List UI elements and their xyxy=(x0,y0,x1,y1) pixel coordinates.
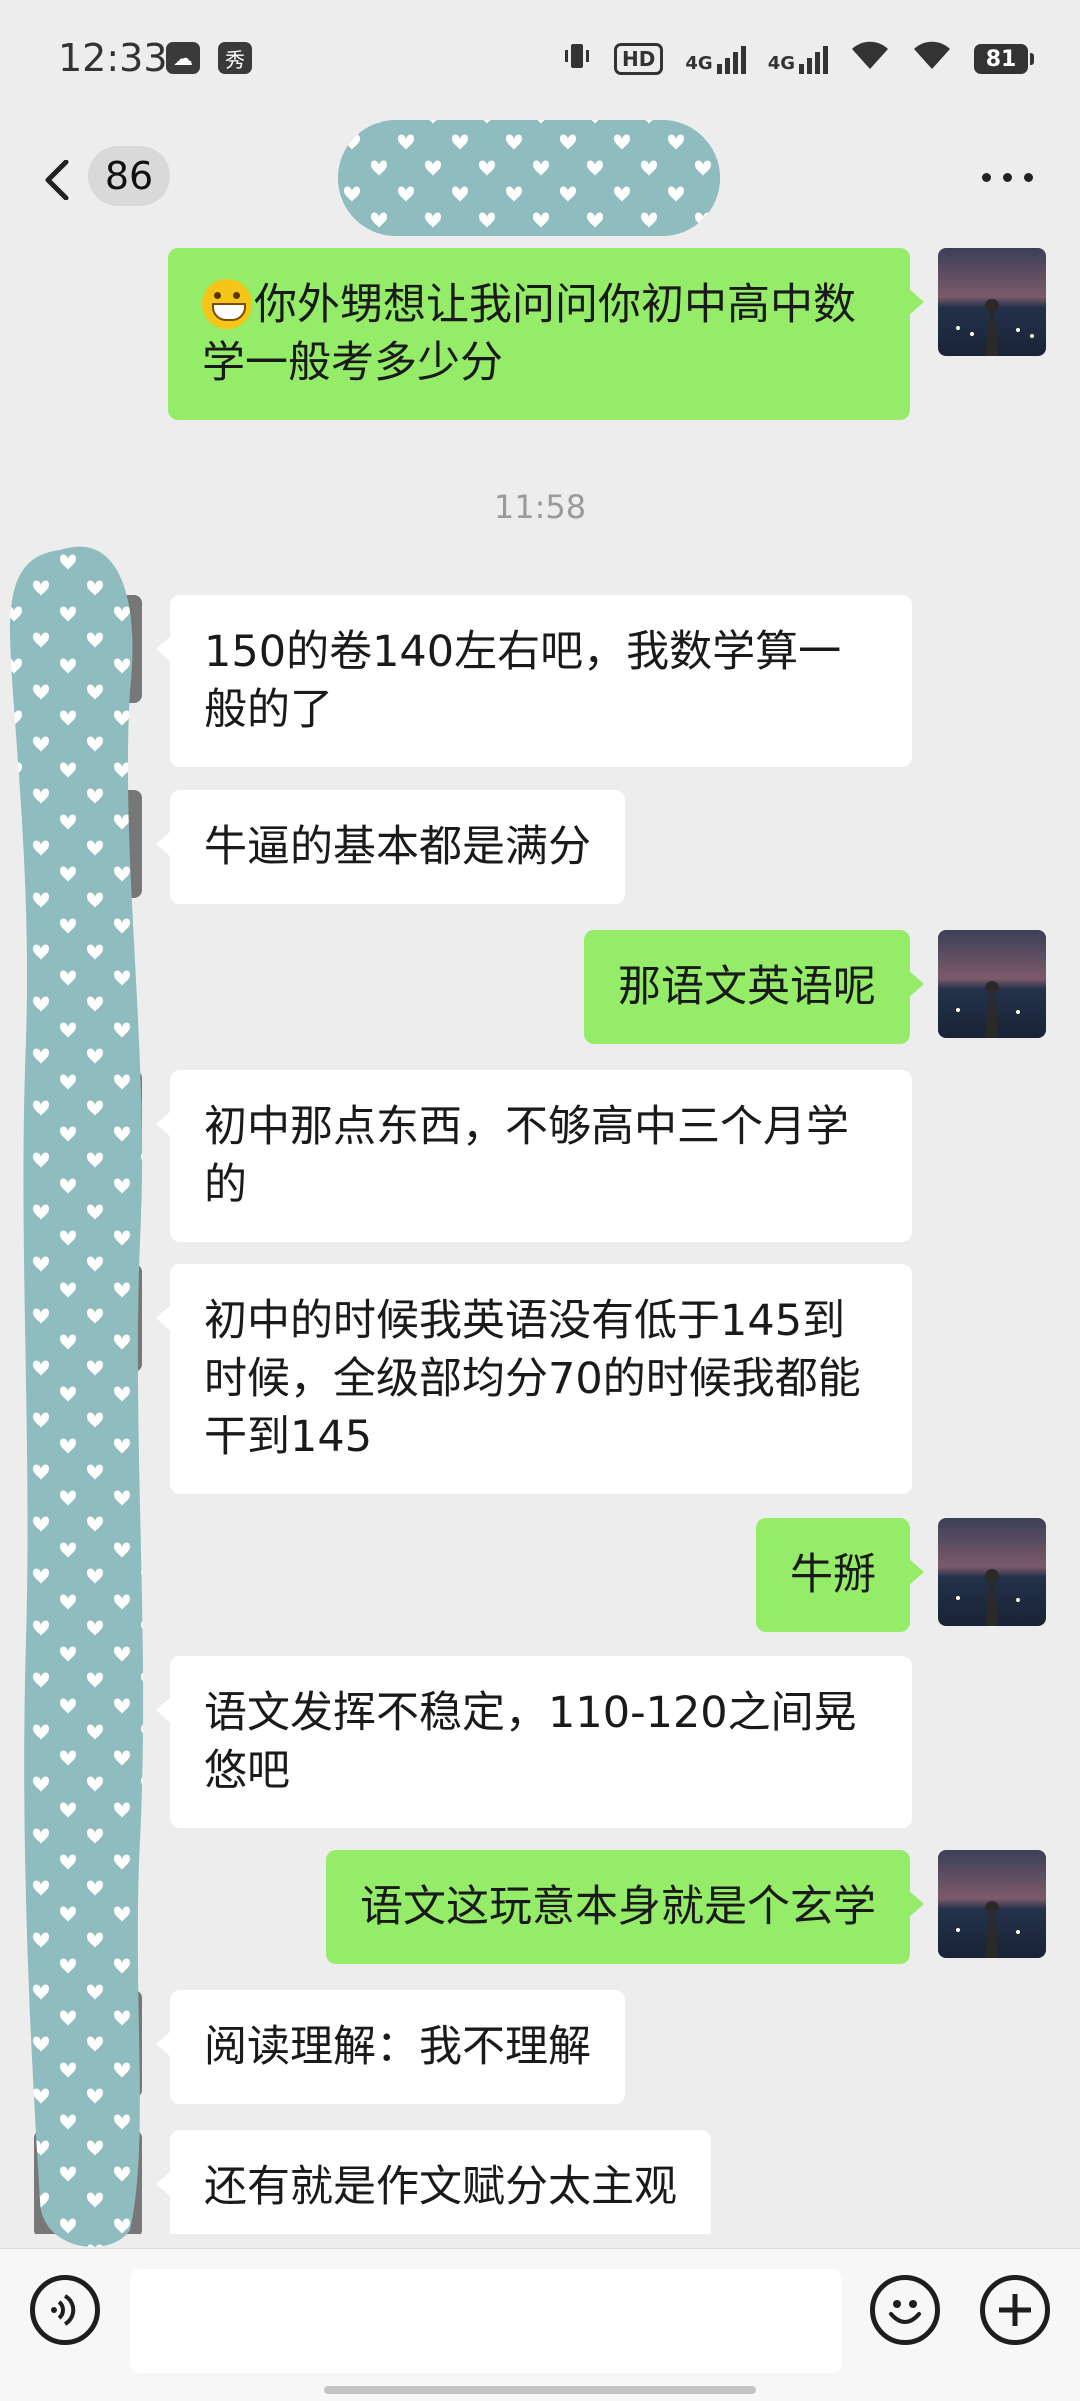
battery-icon: 81 xyxy=(974,44,1034,74)
emoji-button[interactable] xyxy=(870,2275,940,2345)
system-icons: HD 4G 4G 81 xyxy=(562,40,1034,78)
my-avatar[interactable] xyxy=(938,1850,1046,1958)
my-avatar[interactable] xyxy=(938,930,1046,1038)
message-input-bar xyxy=(0,2248,1080,2401)
chat-header: 86 xyxy=(0,120,1080,238)
message-bubble-sent[interactable]: 语文这玩意本身就是个玄学 xyxy=(326,1850,924,1964)
message-input[interactable] xyxy=(130,2269,842,2373)
voice-icon xyxy=(51,2294,76,2326)
dot-icon xyxy=(981,172,991,182)
plus-icon xyxy=(999,2294,1031,2326)
app-notification-icon: 秀 xyxy=(218,42,252,74)
unread-count-badge: 86 xyxy=(88,146,170,206)
message-timestamp: 11:58 xyxy=(493,488,587,526)
vibrate-icon xyxy=(562,40,592,78)
back-button[interactable]: 86 xyxy=(40,146,170,212)
message-bubble-sent[interactable]: 那语文英语呢 xyxy=(584,930,924,1044)
notification-icons: ☁ 秀 xyxy=(166,42,252,74)
wechat-notification-icon: ☁ xyxy=(166,42,200,74)
grinning-emoji-icon xyxy=(202,279,252,329)
emoji-icon xyxy=(889,2300,921,2324)
message-bubble-received[interactable]: 150的卷140左右吧，我数学算一般的了 xyxy=(156,595,912,767)
network-type-1: 4G xyxy=(685,53,713,74)
message-list[interactable]: 你外甥想让我问问你初中高中数学一般考多少分 11:58 150的卷140左右吧，… xyxy=(0,238,1080,2234)
message-bubble-received[interactable]: 牛逼的基本都是满分 xyxy=(156,790,625,904)
network-type-2: 4G xyxy=(767,53,795,74)
signal-icon-1: 4G xyxy=(685,44,746,74)
message-bubble-received[interactable]: 还有就是作文赋分太主观 xyxy=(156,2130,711,2234)
message-bubble-sent[interactable]: 你外甥想让我问问你初中高中数学一般考多少分 xyxy=(168,248,924,420)
dot-icon xyxy=(1023,172,1033,182)
message-bubble-received[interactable]: 初中的时候我英语没有低于145到时候，全级部均分70的时候我都能干到145 xyxy=(156,1264,912,1494)
wifi-icon xyxy=(850,41,890,77)
home-indicator[interactable] xyxy=(324,2386,756,2394)
more-functions-button[interactable] xyxy=(980,2275,1050,2345)
chevron-left-icon xyxy=(45,160,69,200)
wifi-icon-2 xyxy=(912,41,952,77)
signal-icon-2: 4G xyxy=(768,44,828,74)
voice-input-button[interactable] xyxy=(30,2275,100,2345)
contact-name-redacted xyxy=(338,120,720,236)
status-bar: 12:33 ☁ 秀 HD 4G 4G 81 xyxy=(0,0,1080,120)
message-bubble-received[interactable]: 语文发挥不稳定，110-120之间晃悠吧 xyxy=(156,1656,912,1828)
message-text: 你外甥想让我问问你初中高中数学一般考多少分 xyxy=(202,280,856,388)
hd-icon: HD xyxy=(614,43,664,75)
message-bubble-received[interactable]: 阅读理解：我不理解 xyxy=(156,1990,625,2104)
message-bubble-sent[interactable]: 牛掰 xyxy=(756,1518,924,1632)
message-bubble-received[interactable]: 初中那点东西，不够高中三个月学的 xyxy=(156,1070,912,1242)
dot-icon xyxy=(1002,172,1012,182)
status-time: 12:33 xyxy=(58,36,168,80)
more-options-button[interactable] xyxy=(972,162,1042,192)
my-avatar[interactable] xyxy=(938,248,1046,356)
avatar-redaction-mask xyxy=(10,546,144,2247)
my-avatar[interactable] xyxy=(938,1518,1046,1626)
